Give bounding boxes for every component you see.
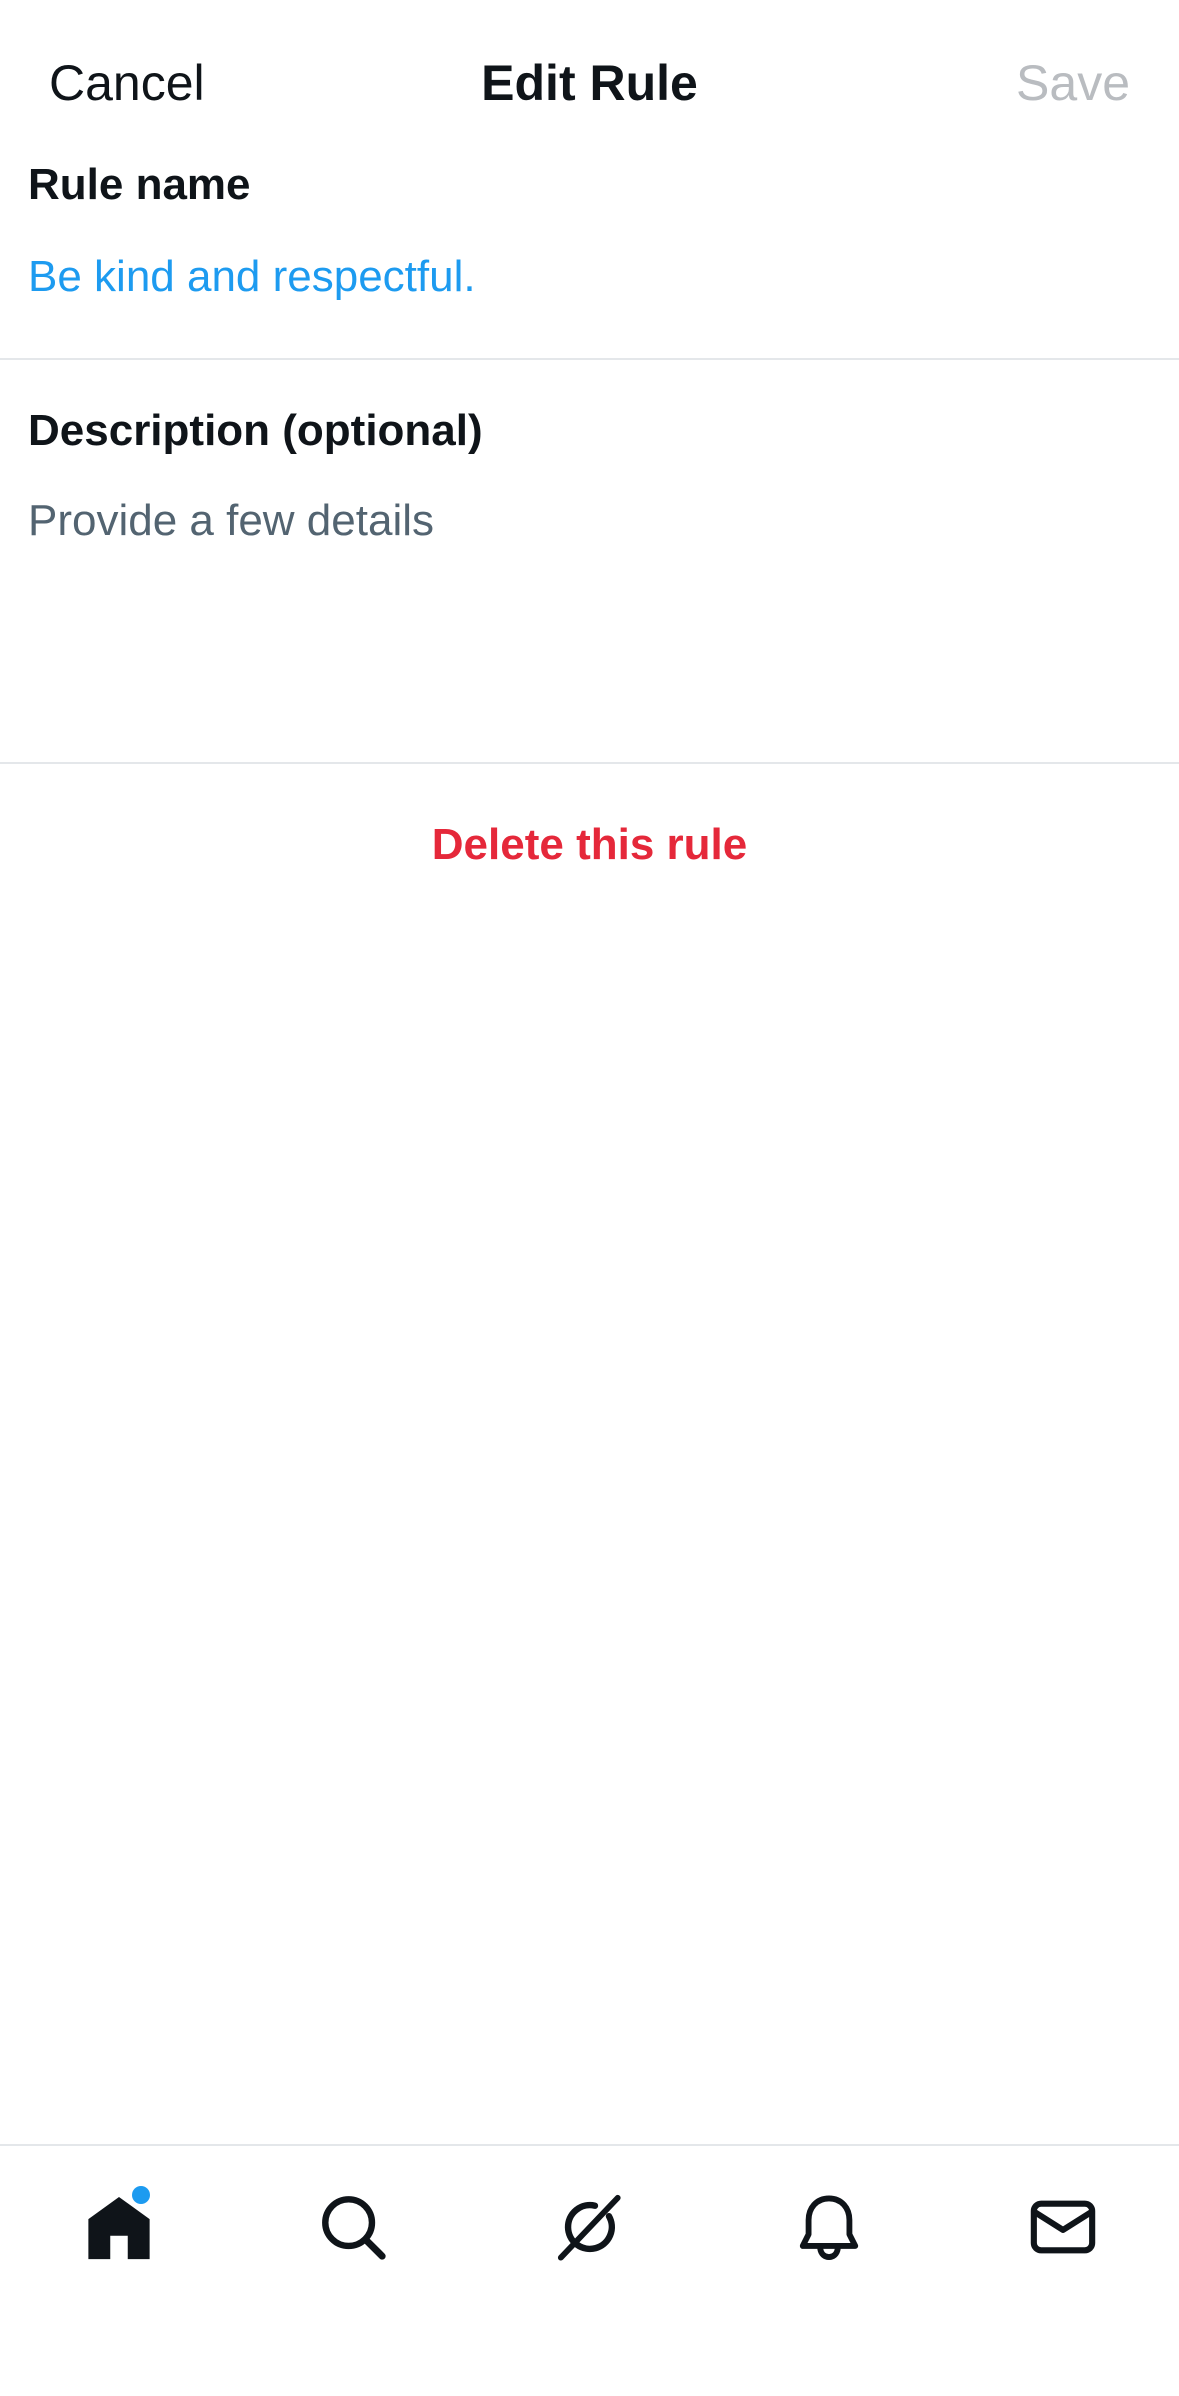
- save-button[interactable]: Save: [1016, 50, 1130, 116]
- description-label: Description (optional): [28, 406, 483, 455]
- delete-rule-button[interactable]: Delete this rule: [0, 815, 1179, 875]
- divider: [0, 358, 1179, 360]
- notification-dot: [132, 2186, 150, 2204]
- tab-home[interactable]: [74, 2184, 164, 2274]
- page-title: Edit Rule: [481, 55, 698, 111]
- grok-icon: [555, 2192, 625, 2267]
- rule-name-input[interactable]: [28, 248, 1148, 306]
- search-icon: [318, 2192, 388, 2267]
- rule-name-label: Rule name: [28, 160, 251, 209]
- tab-notifications[interactable]: [784, 2184, 874, 2274]
- tab-grok[interactable]: [545, 2184, 635, 2274]
- edit-rule-screen: Cancel Edit Rule Save Rule name Descript…: [0, 0, 1179, 2396]
- navigation-header: Cancel Edit Rule Save: [0, 0, 1179, 150]
- bell-icon: [794, 2192, 864, 2267]
- bottom-tab-bar: [0, 2144, 1179, 2396]
- divider: [0, 762, 1179, 764]
- tab-messages[interactable]: [1018, 2184, 1108, 2274]
- description-input[interactable]: [28, 492, 1148, 732]
- tab-search[interactable]: [308, 2184, 398, 2274]
- mail-icon: [1028, 2192, 1098, 2267]
